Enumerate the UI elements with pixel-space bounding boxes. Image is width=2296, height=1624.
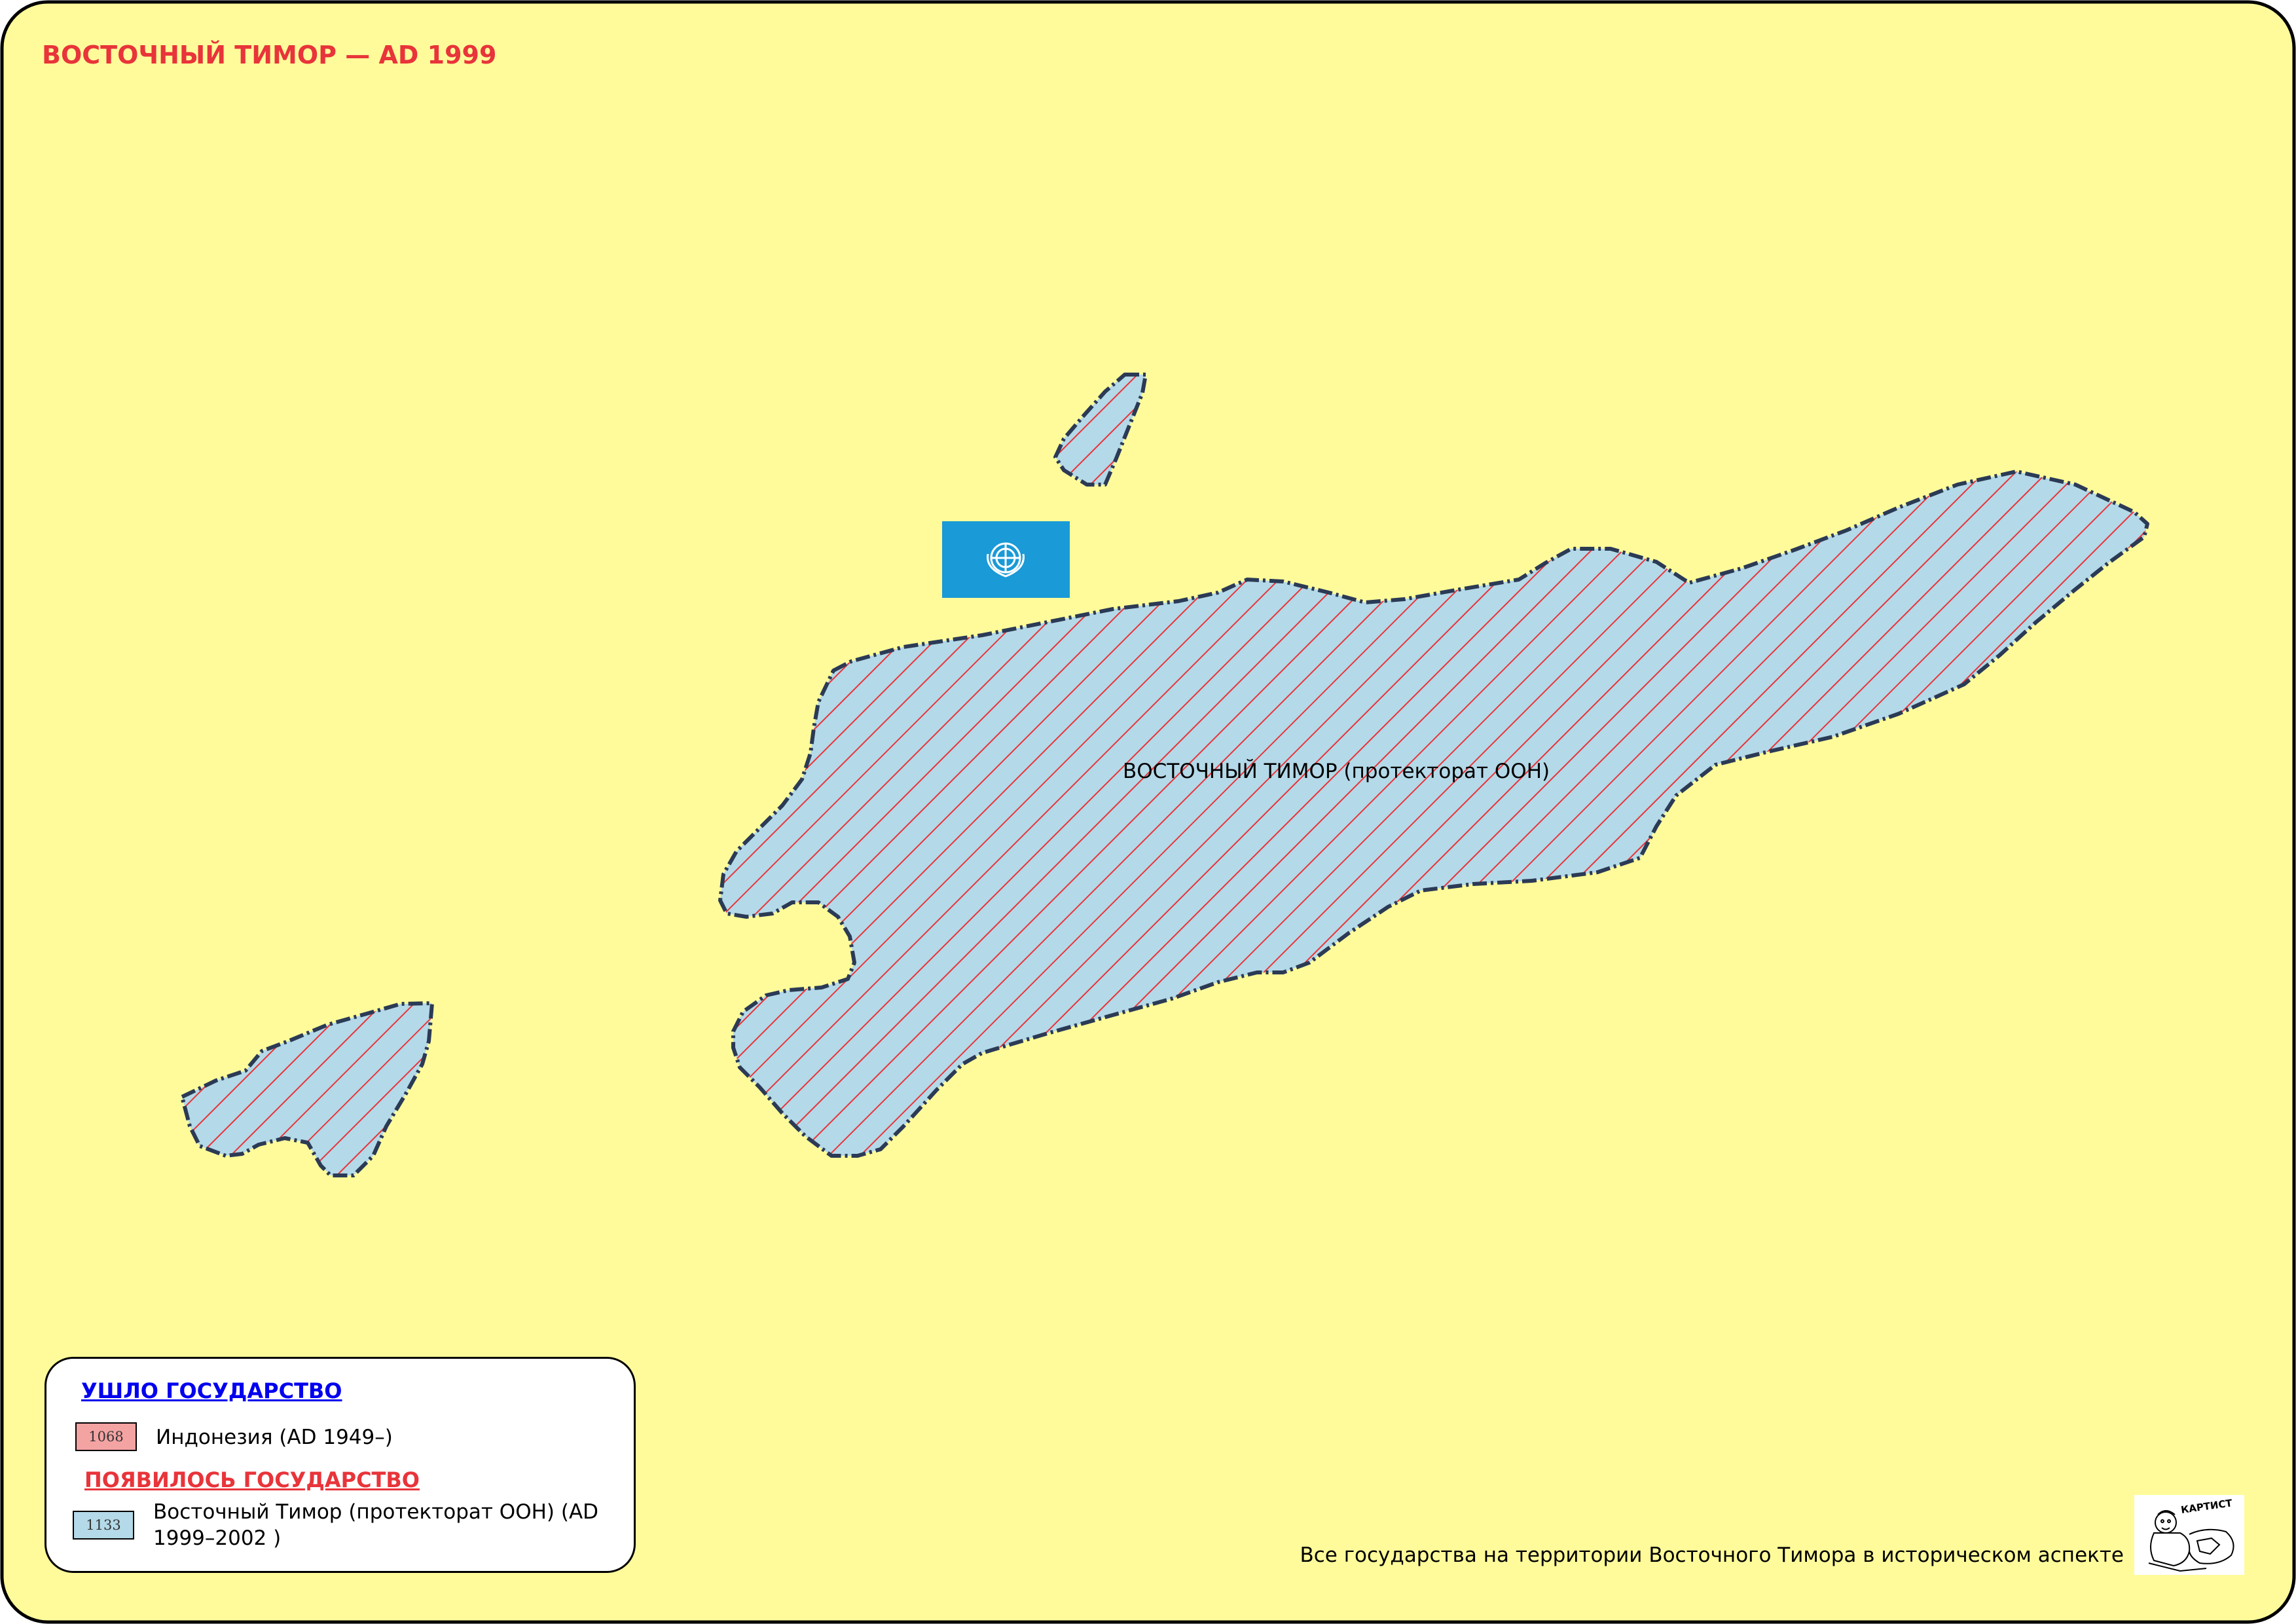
legend-label-indonesia: Индонезия (AD 1949–)	[156, 1426, 393, 1449]
footer-caption: Все государства на территории Восточного…	[1300, 1543, 2124, 1567]
un-flag-icon	[942, 521, 1070, 598]
legend-box: УШЛО ГОСУДАРСТВО 1068 Индонезия (AD 1949…	[45, 1357, 636, 1573]
region-label: ВОСТОЧНЫЙ ТИМОР (протекторат ООН)	[1123, 760, 1550, 783]
legend-heading-gone: УШЛО ГОСУДАРСТВО	[81, 1378, 342, 1403]
legend-swatch-indonesia: 1068	[75, 1422, 137, 1451]
legend-heading-appeared: ПОЯВИЛОСЬ ГОСУДАРСТВО	[84, 1467, 420, 1492]
legend-label-east-timor: Восточный Тимор (протекторат ООН) (AD 19…	[153, 1500, 599, 1550]
legend-swatch-east-timor: 1133	[73, 1511, 134, 1540]
kartist-logo-icon: КАРТИСТ	[2134, 1495, 2244, 1575]
map-title: ВОСТОЧНЫЙ ТИМОР — AD 1999	[42, 41, 497, 69]
